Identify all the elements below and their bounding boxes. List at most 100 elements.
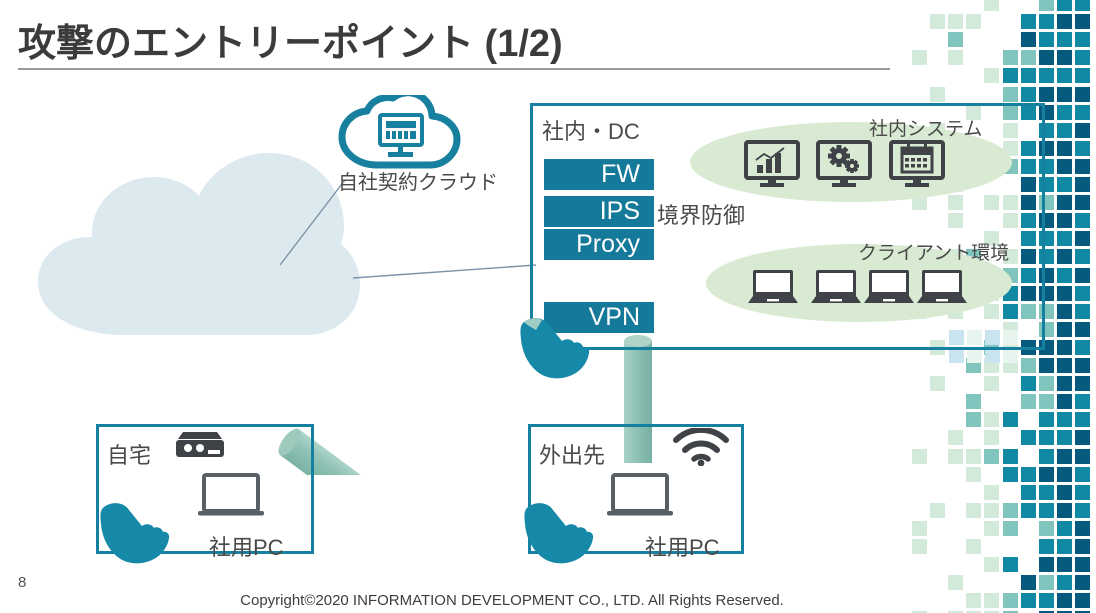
mosaic-cell [1074,412,1090,428]
mosaic-cell [1038,376,1054,392]
mosaic-cell [1074,557,1090,573]
device-ips[interactable]: IPS [544,196,654,227]
mosaic-cell [1074,0,1090,11]
mosaic-cell [1056,14,1072,30]
mosaic-cell [984,430,1000,446]
mosaic-cell [966,14,982,30]
mosaic-cell [1056,267,1072,283]
mosaic-cell [966,502,982,518]
mosaic-cell [1056,539,1072,554]
mosaic-cell [966,394,982,410]
mosaic-cell [1074,177,1090,192]
mosaic-cell [1056,575,1072,591]
mosaic-cell [1074,68,1090,84]
mosaic-cell [1038,68,1054,84]
mosaic-cell [1056,32,1072,48]
monitor-calendar-icon [889,140,945,187]
mosaic-cell [1038,484,1054,500]
mosaic-cell [1056,557,1072,573]
mosaic-cell [1074,14,1090,30]
mosaic-cell [1056,303,1072,319]
mosaic-cell [1074,86,1090,102]
mosaic-cell [966,466,982,482]
mosaic-cell [1074,358,1090,373]
internal-systems-label: 社内システム [869,119,983,140]
mosaic-cell [1074,32,1090,48]
mosaic-cell [1038,575,1054,591]
mosaic-cell [966,539,982,554]
mosaic-cell [1002,50,1018,66]
monitor-gears-icon [816,140,872,187]
monitor-chart-icon [744,140,800,187]
mosaic-cell [1020,14,1036,30]
mosaic-cell [948,32,964,48]
pointing-hand-icon [100,503,170,564]
router-icon [176,432,224,457]
mosaic-cell [948,430,964,446]
mosaic-cell [1038,593,1054,609]
mosaic-cell [1056,502,1072,518]
laptop-icon [864,270,914,303]
mosaic-cell [948,448,964,464]
mosaic-cell [1056,158,1072,174]
remote-pc-label: 社用PC [645,535,720,560]
mosaic-cell [1020,50,1036,66]
mosaic-cell [1074,303,1090,319]
mosaic-cell [1056,86,1072,102]
mosaic-cell [1074,394,1090,410]
mosaic-cell [1020,358,1036,373]
mosaic-cell [1020,484,1036,500]
mosaic-cell [1074,231,1090,247]
mosaic-cell [1056,104,1072,120]
mosaic-cell [1074,321,1090,337]
mosaic-cell [1056,177,1072,192]
mosaic-cell [1038,412,1054,428]
mosaic-cell [1038,0,1054,11]
pointing-hand-icon [524,503,594,564]
mosaic-cell [984,557,1000,573]
mosaic-cell [1074,484,1090,500]
remote-site-title: 外出先 [539,443,606,468]
home-site-title: 自宅 [107,443,152,468]
title-divider [18,68,890,70]
mosaic-cell [948,575,964,591]
mosaic-cell [1056,484,1072,500]
mosaic-cell [1002,68,1018,84]
mosaic-cell [1056,394,1072,410]
mosaic-cell [1038,394,1054,410]
perimeter-defense-label: 境界防御 [657,203,746,228]
mosaic-cell [1074,593,1090,609]
home-pc-label: 社用PC [209,535,284,560]
mosaic-cell [1038,358,1054,373]
mosaic-cell [1056,520,1072,536]
mosaic-cell [1056,358,1072,373]
mosaic-cell [1020,32,1036,48]
mosaic-cell [984,68,1000,84]
device-fw[interactable]: FW [544,159,654,190]
laptop-icon [811,270,861,303]
mosaic-cell [1038,430,1054,446]
mosaic-cell [966,448,982,464]
mosaic-cell [1002,448,1018,464]
mosaic-cell [1074,448,1090,464]
mosaic-cell [1056,68,1072,84]
mosaic-cell [1074,195,1090,211]
laptop-icon [917,270,967,303]
mosaic-cell [1020,376,1036,392]
mosaic-cell [1038,14,1054,30]
mosaic-cell [1056,448,1072,464]
device-proxy[interactable]: Proxy [544,229,654,260]
cloud-monitor-icon [338,95,461,169]
mosaic-cell [1038,539,1054,554]
mosaic-cell [1020,466,1036,482]
mosaic-cell [1056,249,1072,265]
mosaic-cell [1056,466,1072,482]
client-environment-label: クライアント環境 [858,243,1010,264]
mosaic-cell [1056,0,1072,11]
mosaic-cell [1074,339,1090,355]
mosaic-cell [930,14,946,30]
mosaic-cell [1074,267,1090,283]
mosaic-cell [912,520,927,536]
mosaic-cell [912,539,927,554]
mosaic-cell [967,348,983,364]
